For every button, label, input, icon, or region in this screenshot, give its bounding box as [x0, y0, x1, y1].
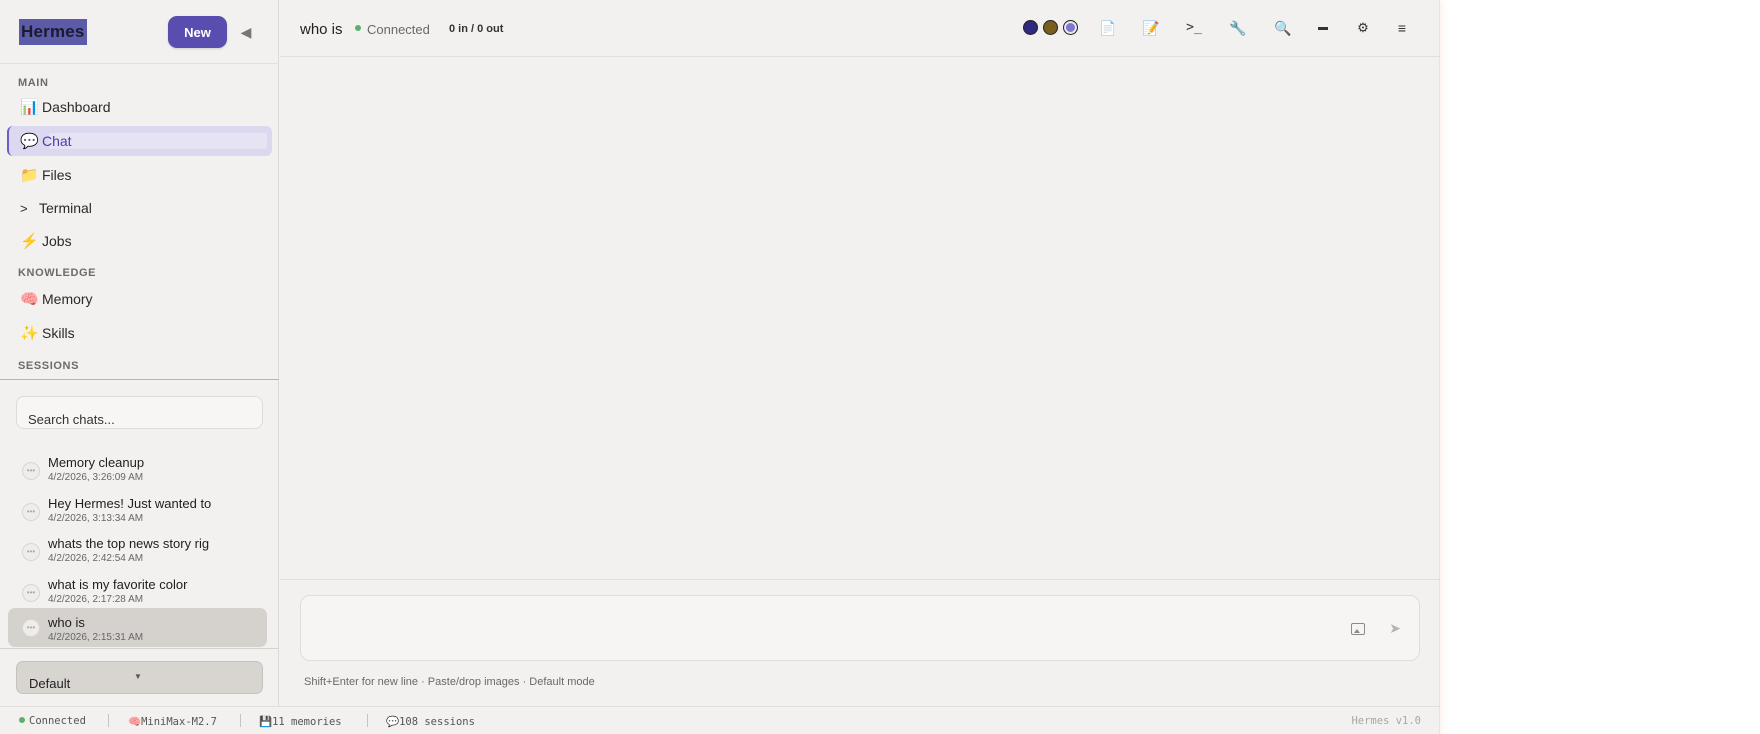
section-label-main: MAIN [18, 77, 49, 89]
status-connection: Connected [19, 715, 86, 727]
message-area [280, 58, 1440, 578]
send-icon[interactable]: ➤ [1389, 620, 1401, 637]
app-window: Hermes New ◀ MAIN 📊 Dashboard 💬 Chat 📁 F… [0, 0, 1440, 734]
divider [367, 714, 368, 727]
sidebar-item-label: Terminal [39, 200, 92, 216]
session-timestamp: 4/2/2026, 3:13:34 AM [48, 513, 144, 524]
connection-status: Connected [367, 22, 430, 37]
status-bar: Connected 🧠MiniMax-M2.7 💾11 memories 💬10… [0, 706, 1440, 734]
status-memories-label: 11 memories [272, 716, 342, 728]
token-counter: 0 in / 0 out [449, 23, 504, 35]
image-upload-icon[interactable] [1351, 623, 1365, 635]
session-timestamp: 4/2/2026, 3:26:09 AM [48, 472, 144, 483]
wrench-icon[interactable]: 🔧 [1229, 17, 1247, 39]
session-item-active[interactable]: ••• who is 4/2/2026, 2:15:31 AM [8, 608, 267, 647]
session-timestamp: 4/2/2026, 2:17:28 AM [48, 594, 144, 605]
session-title: who is [48, 615, 85, 630]
sidebar-item-memory[interactable]: 🧠 Memory [7, 284, 272, 314]
folder-icon: 📁 [20, 167, 39, 184]
section-label-knowledge: KNOWLEDGE [18, 267, 97, 279]
brain-icon: 🧠 [20, 291, 39, 308]
session-item[interactable]: ••• Memory cleanup 4/2/2026, 3:26:09 AM [8, 452, 267, 491]
search-icon[interactable]: 🔍 [1274, 17, 1292, 39]
search-chats-input[interactable] [16, 396, 263, 429]
divider [240, 714, 241, 727]
active-highlight [49, 133, 267, 149]
sidebar-item-label: Files [42, 167, 72, 183]
composer-hint: Shift+Enter for new line · Paste/drop im… [304, 676, 595, 688]
terminal-icon[interactable]: >_ [1184, 17, 1204, 39]
prompt-icon: > [20, 200, 28, 216]
sidebar-item-label: Memory [42, 291, 93, 307]
profile-select-value: Default [29, 676, 71, 691]
theme-orb-lavender-icon[interactable] [1063, 20, 1078, 35]
sidebar-item-label: Dashboard [42, 99, 111, 115]
session-title: what is my favorite color [48, 577, 188, 592]
divider [0, 379, 279, 380]
status-dot-icon [19, 717, 25, 723]
divider [280, 579, 1440, 580]
chat-header: who is Connected 0 in / 0 out 📄 📝 >_ 🔧 🔍… [280, 0, 1440, 57]
sidebar: Hermes New ◀ MAIN 📊 Dashboard 💬 Chat 📁 F… [0, 0, 279, 706]
session-title: Memory cleanup [48, 455, 145, 470]
minimize-icon[interactable]: ▬ [1317, 17, 1329, 39]
session-timestamp: 4/2/2026, 2:15:31 AM [48, 632, 144, 643]
sidebar-item-terminal[interactable]: > Terminal [7, 193, 272, 223]
sidebar-item-label: Jobs [42, 233, 72, 249]
sidebar-item-chat[interactable]: 💬 Chat [7, 126, 272, 156]
sidebar-item-files[interactable]: 📁 Files [7, 160, 272, 190]
session-title: whats the top news story rig [48, 536, 210, 551]
speech-bubble-icon: ••• [22, 543, 40, 561]
theme-orb-indigo-icon[interactable] [1023, 20, 1038, 35]
lightning-icon: ⚡ [20, 233, 39, 250]
brand-logo: Hermes [19, 19, 87, 45]
status-model[interactable]: 🧠MiniMax-M2.7 [128, 715, 217, 728]
document-icon[interactable]: 📄 [1099, 17, 1116, 39]
sidebar-item-skills[interactable]: ✨ Skills [7, 318, 272, 348]
speech-bubble-icon: ••• [22, 619, 40, 637]
theme-orb-gold-icon[interactable] [1043, 20, 1058, 35]
brain-icon: 🧠 [128, 716, 142, 728]
speech-bubble-icon: 💬 [386, 716, 400, 728]
divider [0, 648, 279, 649]
status-connection-label: Connected [29, 715, 86, 727]
page-title: who is [300, 21, 343, 38]
profile-select[interactable]: Default ▼ [16, 661, 263, 694]
sidebar-item-dashboard[interactable]: 📊 Dashboard [7, 92, 272, 122]
divider [108, 714, 109, 727]
section-label-sessions: SESSIONS [18, 360, 80, 372]
status-dot-icon [355, 25, 361, 31]
divider [0, 63, 279, 64]
status-sessions[interactable]: 💬108 sessions [386, 715, 475, 728]
status-model-label: MiniMax-M2.7 [141, 716, 217, 728]
menu-icon[interactable]: ≡ [1395, 17, 1409, 39]
speech-bubble-icon: 💬 [20, 133, 39, 150]
session-item[interactable]: ••• whats the top news story rig 4/2/202… [8, 533, 267, 572]
floppy-disk-icon: 💾 [259, 716, 273, 728]
app-version: Hermes v1.0 [1351, 715, 1421, 727]
speech-bubble-icon: ••• [22, 462, 40, 480]
session-title: Hey Hermes! Just wanted to [48, 496, 212, 511]
gear-icon[interactable]: ⚙ [1356, 17, 1370, 39]
speech-bubble-icon: ••• [22, 584, 40, 602]
chevron-down-icon: ▼ [134, 672, 142, 681]
bar-chart-icon: 📊 [20, 99, 39, 116]
status-memories[interactable]: 💾11 memories [259, 715, 342, 728]
session-timestamp: 4/2/2026, 2:42:54 AM [48, 553, 144, 564]
collapse-sidebar-icon[interactable]: ◀ [238, 22, 254, 42]
session-item[interactable]: ••• Hey Hermes! Just wanted to 4/2/2026,… [8, 493, 267, 532]
new-chat-button[interactable]: New [168, 16, 227, 48]
speech-bubble-icon: ••• [22, 503, 40, 521]
sidebar-item-jobs[interactable]: ⚡ Jobs [7, 226, 272, 256]
message-composer[interactable]: ➤ [300, 595, 1420, 661]
sidebar-item-label: Chat [42, 133, 72, 149]
notes-icon[interactable]: 📝 [1142, 17, 1159, 39]
status-sessions-label: 108 sessions [399, 716, 475, 728]
sparkles-icon: ✨ [20, 325, 39, 342]
sidebar-item-label: Skills [42, 325, 75, 341]
